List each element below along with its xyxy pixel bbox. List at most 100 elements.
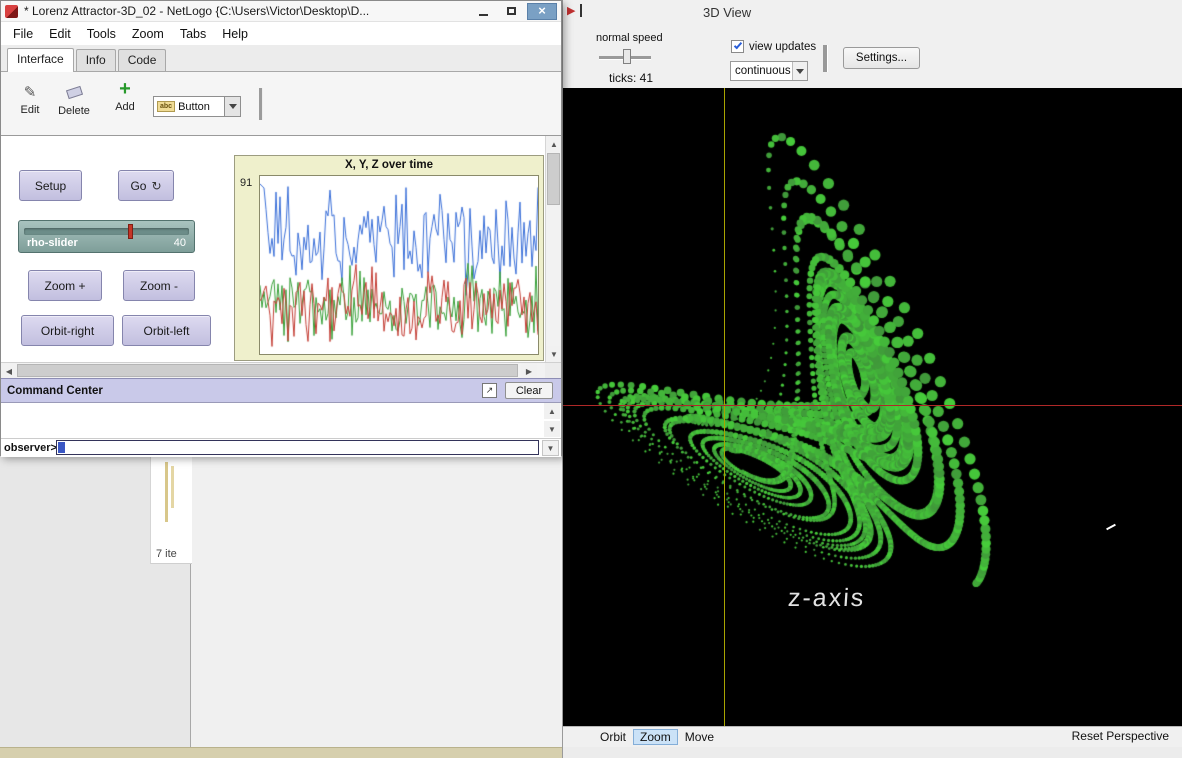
slider-handle[interactable] <box>128 224 133 239</box>
zoom-in-button[interactable]: Zoom + <box>28 270 102 301</box>
setup-label: Setup <box>35 179 66 193</box>
ticks-counter: ticks: 41 <box>609 71 653 85</box>
view3d-viewport[interactable]: z-axis <box>563 88 1182 726</box>
plot-title: X, Y, Z over time <box>235 156 543 171</box>
minimize-icon <box>479 14 488 16</box>
text-caret <box>58 442 65 453</box>
menu-edit[interactable]: Edit <box>41 24 79 44</box>
view3d-app-icon: ▶ <box>567 4 575 17</box>
delete-label: Delete <box>53 105 95 117</box>
slider-label: rho-slider <box>27 237 78 249</box>
history-chevron-icon[interactable]: ▼ <box>542 440 559 456</box>
edit-widget-button[interactable]: ✎ Edit <box>13 83 47 116</box>
close-button[interactable]: × <box>527 3 557 20</box>
maximize-button[interactable] <box>499 3 523 20</box>
command-input-row: observer> ▼ <box>1 438 561 457</box>
minimize-button[interactable] <box>471 3 495 20</box>
clear-button[interactable]: Clear <box>505 382 553 399</box>
orbit-left-button[interactable]: Orbit-left <box>122 315 211 346</box>
command-center-output[interactable]: ▲ ▼ <box>1 402 561 438</box>
plot-area <box>259 175 539 355</box>
scroll-up-icon[interactable]: ▲ <box>544 403 560 419</box>
observer-prompt: observer> <box>4 442 57 454</box>
menu-tabs[interactable]: Tabs <box>172 24 214 44</box>
plot-y-max-label: 91 <box>240 177 252 189</box>
abc-icon: abc <box>157 101 175 112</box>
clear-label: Clear <box>516 385 542 397</box>
controls-separator <box>823 45 827 72</box>
maximize-icon <box>507 7 516 15</box>
view3d-controls: normal speed ticks: 41 view updates cont… <box>563 25 1182 88</box>
command-input[interactable] <box>56 440 539 455</box>
update-mode-dropdown[interactable]: continuous <box>730 61 808 81</box>
orbit-right-button[interactable]: Orbit-right <box>21 315 114 346</box>
scroll-thumb[interactable] <box>17 364 518 377</box>
plot-canvas <box>260 176 538 354</box>
mode-move[interactable]: Move <box>678 729 721 745</box>
zoom-out-label: Zoom - <box>140 279 178 293</box>
scrollbar-corner <box>545 363 561 379</box>
toolbar-separator <box>259 88 263 120</box>
speed-slider-thumb[interactable] <box>623 49 631 64</box>
explorer-item-count: 7 ite <box>156 548 177 560</box>
scroll-down-icon[interactable]: ▼ <box>546 346 561 362</box>
delete-widget-button[interactable]: Delete <box>53 83 95 117</box>
pencil-icon: ✎ <box>13 83 47 101</box>
view3d-window: ▶ 3D View normal speed ticks: 41 view up… <box>562 0 1182 758</box>
go-button[interactable]: Go ↻ <box>118 170 174 201</box>
widget-type-dropdown[interactable]: abc Button <box>153 96 241 117</box>
scroll-left-icon[interactable]: ◀ <box>1 363 17 379</box>
settings-button[interactable]: Settings... <box>843 47 920 69</box>
vertical-axis-line <box>724 88 725 726</box>
scroll-thumb[interactable] <box>547 153 560 205</box>
orbit-right-label: Orbit-right <box>41 324 94 338</box>
command-center-header: Command Center ↗ Clear <box>1 378 561 402</box>
check-icon <box>734 41 742 50</box>
tab-strip: Interface Info Code <box>1 45 561 72</box>
scroll-right-icon[interactable]: ▶ <box>521 363 537 379</box>
settings-label: Settings... <box>856 52 907 64</box>
tab-interface[interactable]: Interface <box>7 48 74 72</box>
menu-bar: File Edit Tools Zoom Tabs Help <box>1 22 561 45</box>
menu-tools[interactable]: Tools <box>79 24 124 44</box>
update-mode-value: continuous <box>731 65 792 77</box>
menu-zoom[interactable]: Zoom <box>124 24 172 44</box>
view3d-title: 3D View <box>703 5 751 20</box>
widget-type-label: Button <box>178 101 224 113</box>
taskbar-edge <box>0 747 562 758</box>
menu-file[interactable]: File <box>5 24 41 44</box>
window-titlebar[interactable]: * Lorenz Attractor-3D_02 - NetLogo {C:\U… <box>1 1 561 22</box>
tab-code[interactable]: Code <box>118 49 167 71</box>
slider-groove <box>24 228 189 235</box>
add-widget-button[interactable]: + Add <box>109 81 141 113</box>
z-axis-label: z-axis <box>787 584 866 613</box>
widget-vertical-scrollbar[interactable]: ▲ ▼ <box>545 136 561 362</box>
zoom-out-button[interactable]: Zoom - <box>123 270 195 301</box>
view3d-titlebar[interactable]: ▶ 3D View <box>563 0 1182 25</box>
view3d-app-icon-bar <box>580 4 582 17</box>
setup-button[interactable]: Setup <box>19 170 82 201</box>
tab-info[interactable]: Info <box>76 49 116 71</box>
expand-icon[interactable]: ↗ <box>482 383 497 398</box>
mouse-mode-group: Orbit Zoom Move <box>593 728 721 746</box>
view-updates-checkbox[interactable] <box>731 40 744 53</box>
netlogo-app-icon <box>5 5 18 18</box>
scroll-up-icon[interactable]: ▲ <box>546 136 561 152</box>
rho-slider[interactable]: rho-slider 40 <box>18 220 195 253</box>
view-updates-toggle[interactable]: view updates <box>731 40 816 53</box>
view3d-canvas[interactable] <box>563 88 1182 726</box>
mode-orbit[interactable]: Orbit <box>593 729 633 745</box>
orbit-left-label: Orbit-left <box>143 324 189 338</box>
widget-horizontal-scrollbar[interactable]: ◀ ▶ <box>1 362 561 378</box>
zoom-in-label: Zoom + <box>44 279 85 293</box>
command-center-title: Command Center <box>7 385 103 397</box>
speed-label: normal speed <box>596 32 663 44</box>
scroll-down-icon[interactable]: ▼ <box>544 421 560 437</box>
horizontal-axis-line <box>563 405 1182 406</box>
mode-zoom[interactable]: Zoom <box>633 729 678 745</box>
reset-perspective-button[interactable]: Reset Perspective <box>1072 729 1169 743</box>
menu-help[interactable]: Help <box>214 24 256 44</box>
plus-icon: + <box>109 81 141 98</box>
edit-label: Edit <box>13 104 47 116</box>
view-updates-label: view updates <box>749 41 816 53</box>
